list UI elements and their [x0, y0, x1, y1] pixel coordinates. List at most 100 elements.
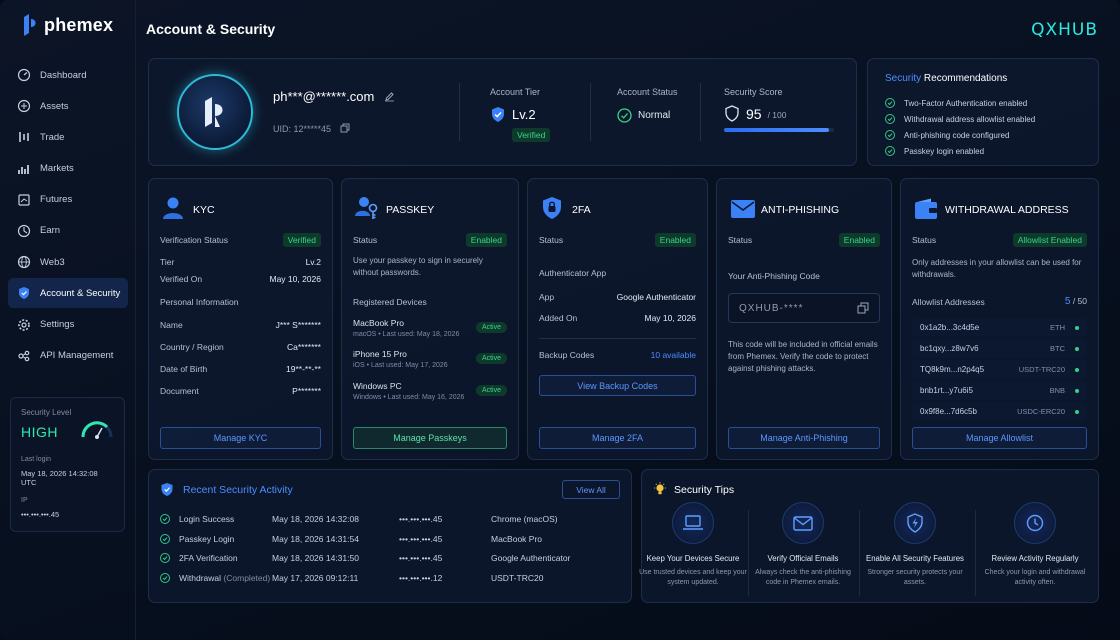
twofa-app-row: App Google Authenticator	[539, 292, 696, 302]
activity-ip: •••.•••.•••.12	[399, 573, 443, 583]
anti-phishing-description: This code will be included in official e…	[728, 340, 878, 373]
activity-time: May 18, 2026 14:32:08	[272, 514, 359, 524]
list-item[interactable]: TQ8k9m...n2p4q5 USDT-TRC20	[912, 360, 1087, 379]
sidebar-item-trade[interactable]: Trade	[8, 122, 128, 152]
address-network: ETH	[1050, 323, 1065, 332]
check-icon	[160, 553, 170, 563]
field-label: Document	[160, 386, 199, 396]
copy-icon[interactable]	[340, 123, 350, 133]
kyc-tier-value: Lv.2	[305, 257, 321, 267]
sidebar-item-earn[interactable]: Earn	[8, 216, 128, 246]
manage-kyc-button[interactable]: Manage KYC	[160, 427, 321, 449]
kyc-verified-on-row: Verified On May 10, 2026	[160, 274, 321, 284]
manage-passkeys-button[interactable]: Manage Passkeys	[353, 427, 507, 449]
last-login-label: Last login	[21, 456, 51, 463]
sidebar-item-web3[interactable]: Web3	[8, 247, 128, 277]
sidebar-item-account-security[interactable]: Account & Security	[8, 278, 128, 309]
shield-icon	[19, 287, 29, 300]
table-row: Withdrawal (Completed) May 17, 2026 09:1…	[160, 568, 620, 588]
sidebar-item-api-management[interactable]: API Management	[8, 341, 128, 371]
manage-2fa-button[interactable]: Manage 2FA	[539, 427, 696, 449]
manage-allowlist-button[interactable]: Manage Allowlist	[912, 427, 1087, 449]
sidebar-item-label: Web3	[40, 256, 65, 268]
list-item: Two-Factor Authentication enabled	[885, 95, 1035, 111]
activity-time: May 18, 2026 14:31:50	[272, 553, 359, 563]
account-status-value: Normal	[638, 110, 671, 121]
sidebar-item-label: API Management	[40, 350, 114, 362]
shield-icon	[161, 483, 173, 496]
tip-title: Review Activity Regularly	[991, 554, 1079, 563]
kyc-field-row: Document P*******	[160, 386, 321, 396]
list-item: MacBook Pro macOS • Last used: May 18, 20…	[353, 318, 507, 338]
sidebar-item-label: Trade	[40, 131, 65, 143]
manage-anti-phishing-button[interactable]: Manage Anti-Phishing	[728, 427, 880, 449]
list-item: Passkey login enabled	[885, 143, 1035, 159]
list-item[interactable]: bnb1rt...y7u6i5 BNB	[912, 381, 1087, 400]
divider	[700, 83, 701, 141]
sidebar-item-markets[interactable]: Markets	[8, 154, 128, 184]
list-item[interactable]: bc1qxy...z8w7v6 BTC	[912, 339, 1087, 358]
app-window: phemex Dashboard Assets Trade Markets Fu…	[0, 0, 1120, 640]
phemex-logo[interactable]: phemex	[22, 14, 113, 36]
activity-ip: •••.•••.•••.45	[399, 514, 443, 524]
kyc-field-row: Country / Region Ca*******	[160, 342, 321, 352]
account-uid: UID: 12*****45	[273, 123, 350, 134]
email-text: ph***@******.com	[273, 89, 375, 104]
tier-verified-badge: Verified	[512, 128, 551, 142]
recent-activity-panel: Recent Security Activity View All Login …	[148, 469, 632, 603]
sidebar-item-dashboard[interactable]: Dashboard	[8, 60, 128, 90]
backup-codes-row: Backup Codes 10 available	[539, 350, 696, 360]
list-item: Windows PC Windows • Last used: May 16, 2…	[353, 381, 507, 401]
twofa-status-label: Status	[539, 235, 564, 245]
twofa-status-row: Status Enabled	[539, 233, 696, 247]
list-item[interactable]: 0x1a2b...3c4d5e ETH	[912, 318, 1087, 337]
list-item[interactable]: 0x9f8e...7d6c5b USDC-ERC20	[912, 402, 1087, 421]
shield-bolt-icon	[894, 502, 936, 544]
assets-icon	[17, 100, 31, 113]
activity-device: MacBook Pro	[491, 534, 543, 544]
laptop-icon	[672, 502, 714, 544]
view-all-button[interactable]: View All	[562, 480, 620, 499]
divider	[590, 83, 591, 141]
field-label: Name	[160, 320, 183, 330]
withdrawal-title: WITHDRAWAL ADDRESS	[945, 204, 1069, 216]
account-tier-value: Lv.2	[512, 107, 536, 122]
check-icon	[885, 130, 895, 140]
activity-time: May 18, 2026 14:31:54	[272, 534, 359, 544]
edit-icon[interactable]	[384, 91, 395, 102]
recommendations-title-rest: Recommendations	[923, 73, 1008, 84]
recommendation-text: Withdrawal address allowlist enabled	[904, 114, 1036, 124]
sidebar-item-futures[interactable]: Futures	[8, 185, 128, 215]
tips-header: Security Tips	[653, 482, 734, 497]
sidebar-item-label: Futures	[40, 194, 73, 206]
anti-phishing-code-field[interactable]: QXHUB-****	[728, 293, 880, 323]
anti-phishing-code-value: QXHUB-****	[739, 302, 804, 314]
allowlist-max: / 50	[1072, 296, 1087, 306]
sidebar-item-label: Assets	[40, 100, 69, 112]
allowlist-header-row: Allowlist Addresses 5 / 50	[912, 296, 1087, 307]
withdrawal-status-label: Status	[912, 235, 937, 245]
address-text: TQ8k9m...n2p4q5	[920, 365, 985, 374]
registered-devices-heading: Registered Devices	[353, 297, 427, 307]
check-icon	[160, 514, 170, 524]
sidebar-item-assets[interactable]: Assets	[8, 91, 128, 121]
anti-phishing-card: ANTI-PHISHING Status Enabled Your Anti-Ph…	[716, 178, 892, 460]
anti-phishing-status-badge: Enabled	[838, 233, 880, 247]
copy-icon[interactable]	[857, 302, 869, 314]
tip-item: Keep Your Devices Secure Use trusted dev…	[638, 502, 748, 588]
kyc-field-row: Name J*** S*******	[160, 320, 321, 330]
check-icon	[160, 573, 170, 583]
logo-text: phemex	[44, 14, 114, 35]
tip-description: Check your login and withdrawal activity…	[984, 569, 1086, 586]
field-value: 19**-**-**	[286, 364, 321, 374]
avatar[interactable]	[177, 74, 253, 150]
security-level-card: Security Level HIGH Last login May 18, 2…	[10, 397, 125, 532]
shield-lock-icon	[543, 197, 561, 219]
sidebar-item-settings[interactable]: Settings	[8, 310, 128, 340]
ip-value: •••.•••.•••.45	[21, 510, 60, 519]
address-text: 0x9f8e...7d6c5b	[920, 407, 977, 416]
twofa-added-value: May 10, 2026	[644, 313, 696, 323]
view-backup-codes-button[interactable]: View Backup Codes	[539, 375, 696, 396]
kyc-tier-label: Tier	[160, 257, 175, 267]
earn-icon	[17, 224, 31, 238]
